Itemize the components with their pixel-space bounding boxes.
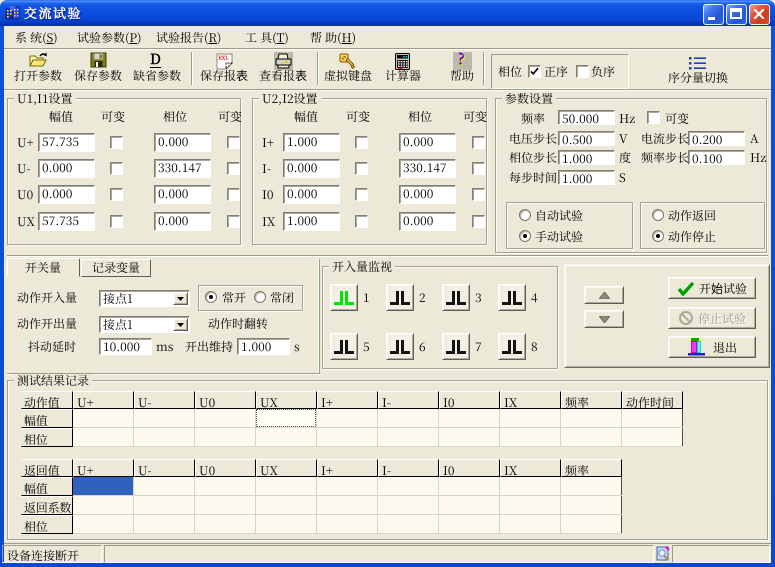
svg-text:EXL: EXL [219, 55, 230, 62]
